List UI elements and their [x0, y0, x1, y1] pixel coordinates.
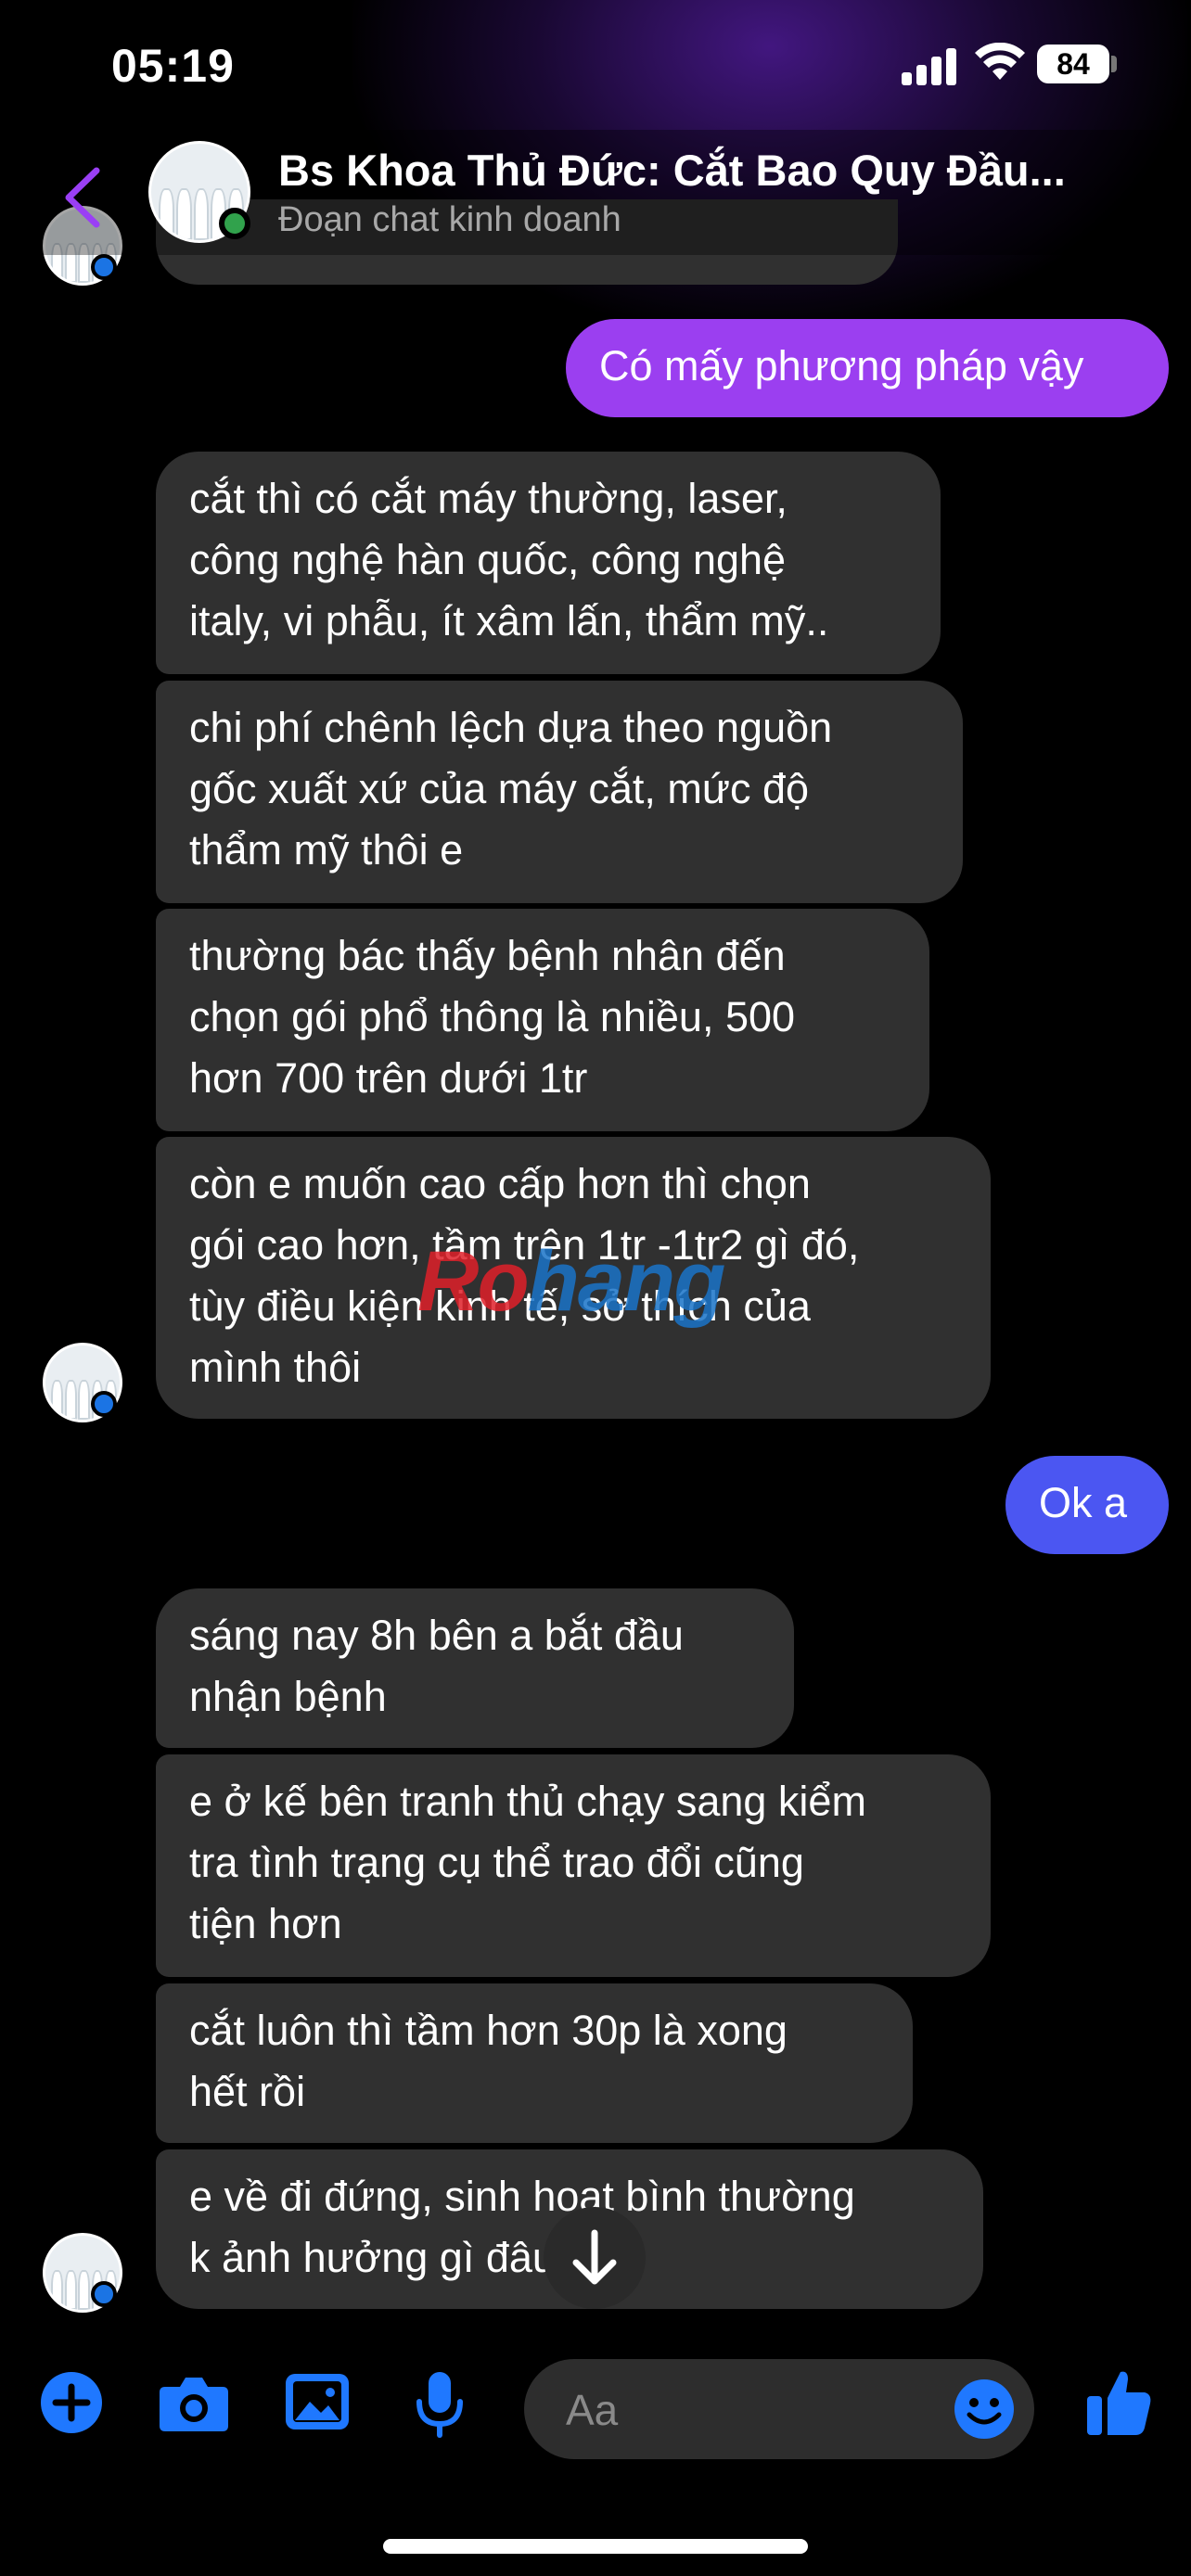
home-indicator: [383, 2539, 808, 2554]
verified-badge-icon: [91, 1391, 117, 1417]
battery-indicator: 84: [1037, 45, 1109, 83]
status-time: 05:19: [111, 40, 235, 92]
message-input[interactable]: Aa: [524, 2359, 1034, 2459]
scroll-to-bottom-button[interactable]: [544, 2207, 646, 2309]
camera-icon[interactable]: [158, 2370, 230, 2435]
watermark-part-1: Ro: [417, 1234, 530, 1329]
message-bubble-incoming[interactable]: cắt luôn thì tầm hơn 30p là xong hết rồi: [156, 1983, 913, 2143]
message-bubble-incoming[interactable]: sáng nay 8h bên a bắt đầu nhận bệnh: [156, 1588, 794, 1748]
arrow-down-icon: [572, 2229, 617, 2285]
message-bubble-outgoing[interactable]: Có mấy phương pháp vậy: [566, 319, 1169, 417]
wifi-icon: [975, 43, 1025, 80]
chat-title[interactable]: Bs Khoa Thủ Đức: Cắt Bao Quy Đầu...: [278, 145, 1066, 196]
plus-icon[interactable]: [39, 2370, 104, 2435]
chat-header: Bs Khoa Thủ Đức: Cắt Bao Quy Đầu... Đoạn…: [0, 130, 1191, 255]
online-status-dot: [219, 208, 250, 239]
photo-gallery-icon[interactable]: [284, 2370, 351, 2433]
message-bubble-outgoing[interactable]: Ok a: [1005, 1456, 1169, 1554]
back-chevron-icon[interactable]: [56, 165, 111, 230]
watermark-logo: Rohang: [417, 1233, 726, 1331]
watermark-part-2: hang: [527, 1234, 726, 1329]
verified-badge-icon: [91, 254, 117, 280]
message-input-placeholder: Aa: [566, 2386, 619, 2434]
message-bubble-incoming[interactable]: chi phí chênh lệch dựa theo nguồn gốc xu…: [156, 681, 963, 903]
battery-tip: [1111, 56, 1117, 72]
message-composer: Aa: [0, 2346, 1191, 2476]
message-bubble-incoming[interactable]: cắt thì có cắt máy thường, laser, công n…: [156, 452, 941, 674]
message-bubble-incoming[interactable]: e ở kế bên tranh thủ chạy sang kiểm tra …: [156, 1754, 991, 1977]
microphone-icon[interactable]: [412, 2370, 467, 2439]
signal-icon: [902, 48, 959, 85]
status-bar: 05:19 84: [0, 0, 1191, 139]
thumbs-up-icon[interactable]: [1085, 2366, 1152, 2437]
message-bubble-incoming[interactable]: thường bác thấy bệnh nhân đến chọn gói p…: [156, 909, 929, 1131]
emoji-icon[interactable]: [953, 2378, 1016, 2441]
chat-subtitle: Đoạn chat kinh doanh: [278, 200, 621, 239]
verified-badge-icon: [91, 2281, 117, 2307]
